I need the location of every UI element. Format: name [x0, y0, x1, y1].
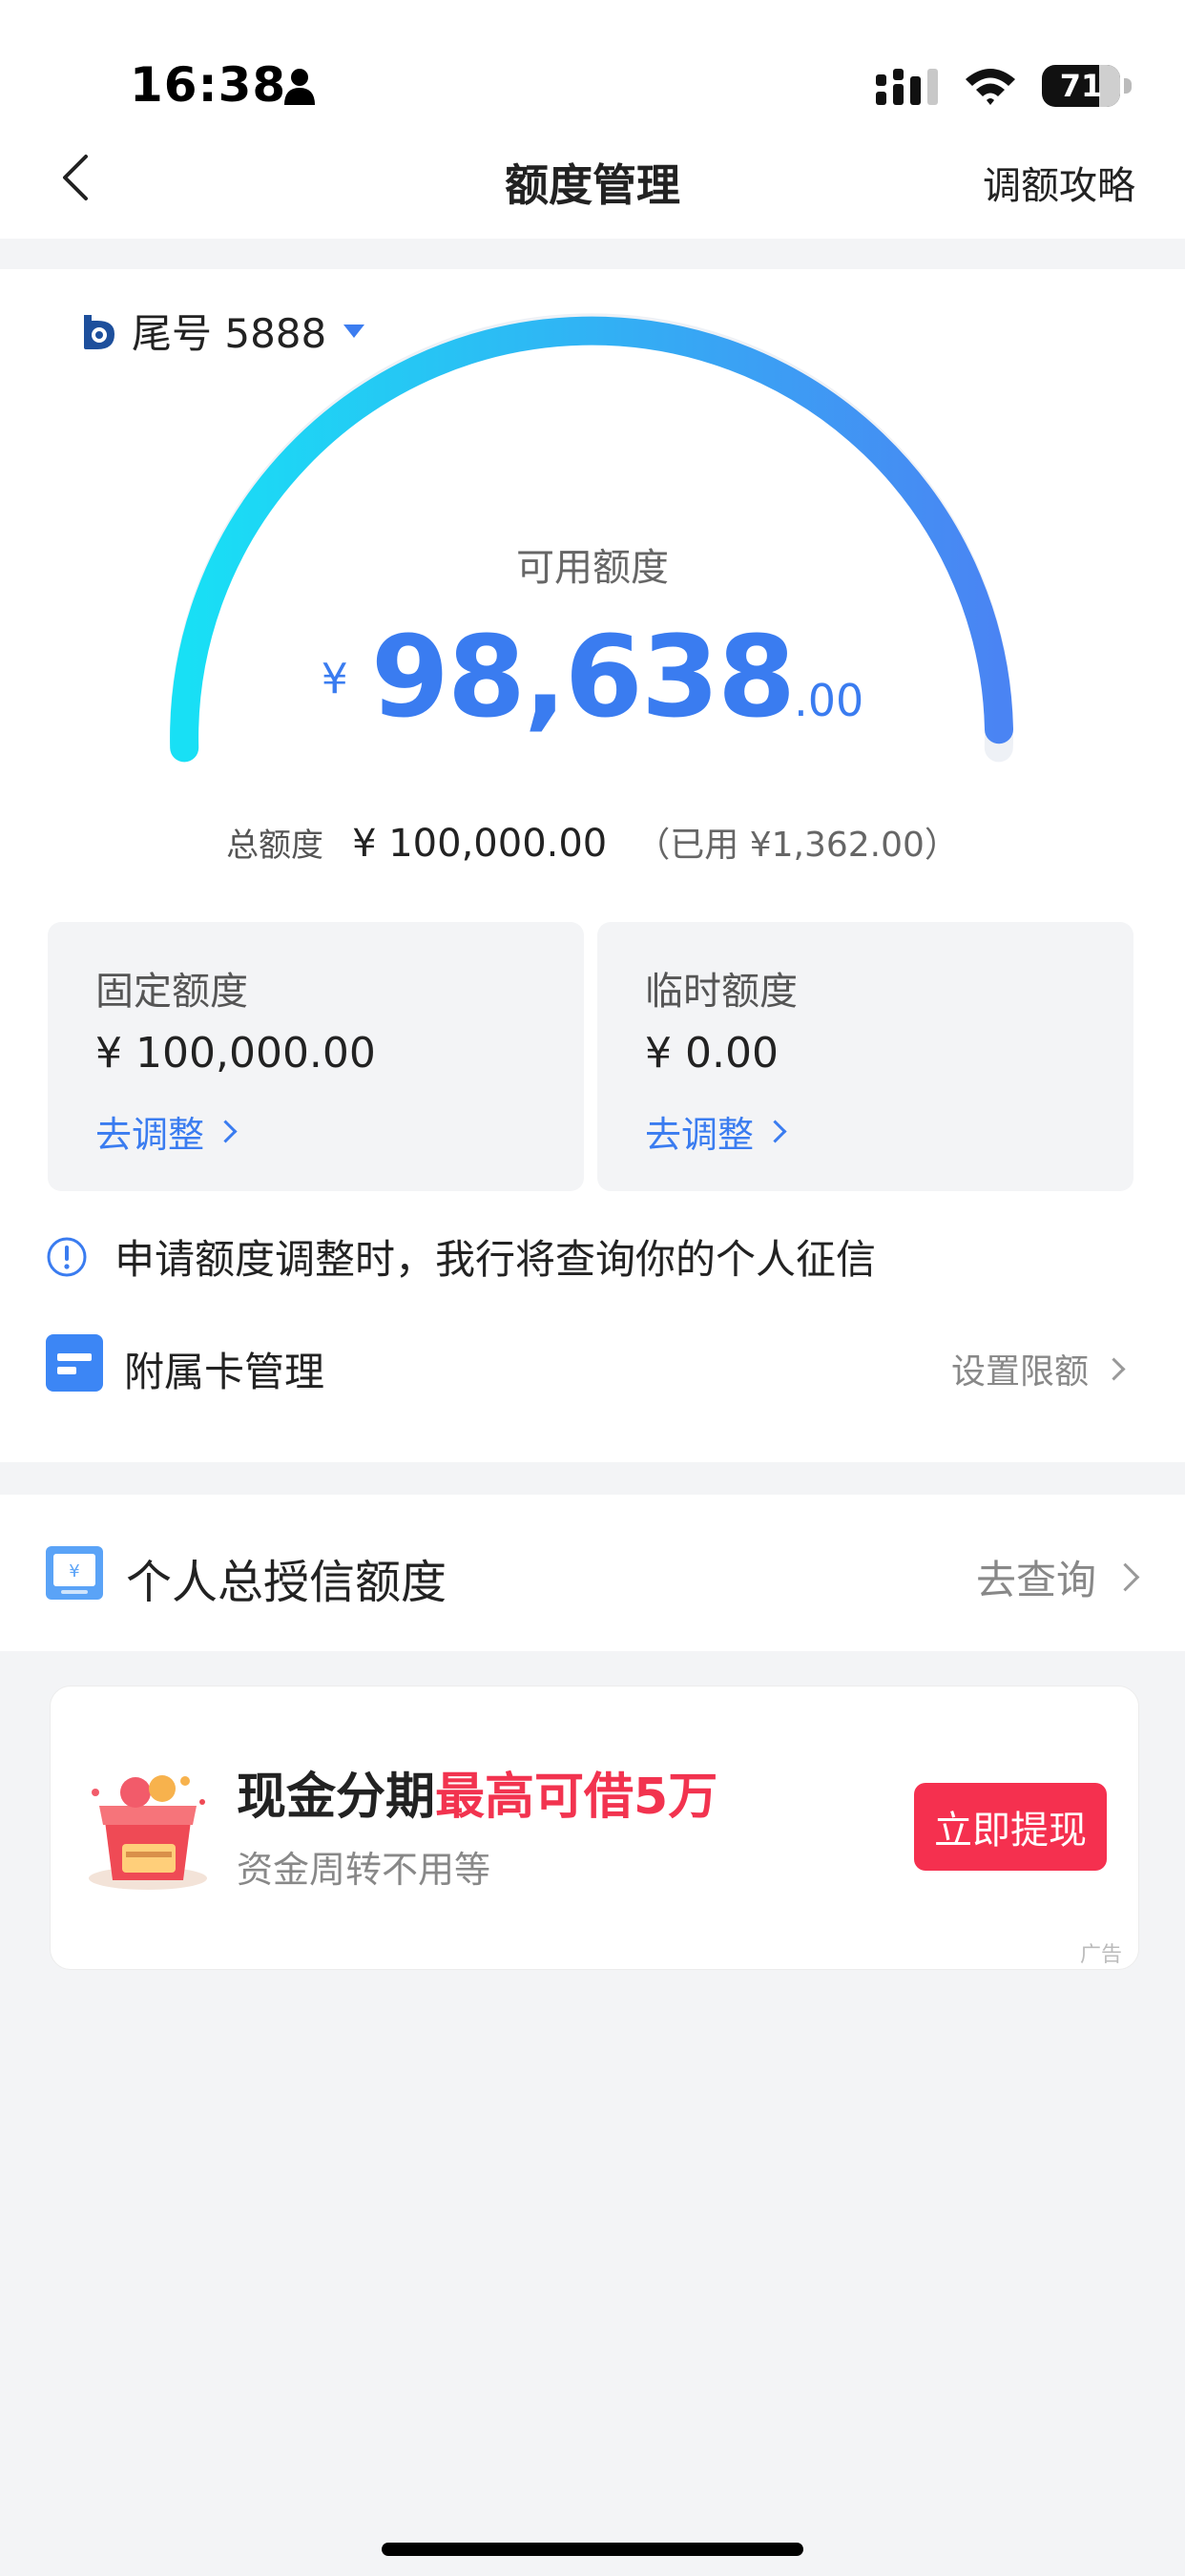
- temp-quota-box: 临时额度 ¥ 0.00 去调整: [597, 922, 1133, 1191]
- status-icons: 71: [876, 59, 1132, 113]
- gift-box-icon: [89, 1775, 207, 1890]
- used-credit: （已用 ¥1,362.00）: [635, 826, 959, 865]
- home-indicator[interactable]: [382, 2543, 803, 2556]
- chevron-right-icon: [214, 1120, 238, 1143]
- chevron-right-icon: [1111, 1562, 1140, 1592]
- svg-text:¥: ¥: [69, 1561, 79, 1581]
- adjust-link-label: 去调整: [95, 1114, 205, 1156]
- available-decimal: .00: [794, 675, 864, 726]
- adjust-link-label: 去调整: [645, 1114, 755, 1156]
- supplementary-card-label: 附属卡管理: [124, 1349, 325, 1395]
- ad-subtitle: 资金周转不用等: [237, 1849, 491, 1891]
- total-credit-line: 总额度 ¥ 100,000.00 （已用 ¥1,362.00）: [0, 817, 1185, 867]
- wifi-icon: [966, 69, 1015, 105]
- temp-quota-value: ¥ 0.00: [645, 1029, 779, 1078]
- person-icon: [284, 69, 315, 105]
- currency-symbol: ¥: [321, 655, 348, 703]
- withdraw-now-button[interactable]: 立即提现: [914, 1783, 1107, 1871]
- fixed-quota-adjust-link[interactable]: 去调整: [95, 1105, 238, 1158]
- query-credit-label: 去查询: [975, 1557, 1096, 1603]
- credit-check-notice: 申请额度调整时，我行将查询你的个人征信: [46, 1227, 876, 1286]
- limit-guide-link[interactable]: 调额攻略: [983, 155, 1135, 210]
- battery-level: 71: [1059, 68, 1103, 104]
- notice-text: 申请额度调整时，我行将查询你的个人征信: [114, 1236, 877, 1283]
- query-credit-link[interactable]: 去查询: [975, 1548, 1140, 1606]
- ad-tag: 广告: [1080, 1943, 1123, 1967]
- total-credit-label: 总额度: [226, 827, 324, 865]
- temp-quota-label: 临时额度: [645, 970, 798, 1014]
- set-limit-label: 设置限额: [950, 1352, 1089, 1392]
- available-credit-amount: ¥98,638.00: [0, 611, 1185, 743]
- chevron-right-icon: [763, 1120, 787, 1143]
- personal-credit-label: 个人总授信额度: [126, 1556, 447, 1609]
- ad-title: 现金分期最高可借5万: [237, 1756, 717, 1828]
- fixed-quota-label: 固定额度: [95, 970, 248, 1014]
- chevron-right-icon: [1102, 1356, 1126, 1381]
- available-credit-label: 可用额度: [516, 546, 669, 590]
- status-time: 16:38: [130, 57, 287, 113]
- set-limit-link[interactable]: 设置限额: [950, 1344, 1126, 1393]
- available-integer: 98,638: [370, 611, 796, 743]
- card-icon: [46, 1334, 103, 1392]
- battery-icon: 71: [1042, 65, 1132, 107]
- credit-document-icon: ¥: [46, 1546, 103, 1600]
- fixed-quota-box: 固定额度 ¥ 100,000.00 去调整: [48, 922, 584, 1191]
- ad-title-highlight: 最高可借5万: [435, 1769, 718, 1826]
- temp-quota-adjust-link[interactable]: 去调整: [645, 1105, 787, 1158]
- total-credit-value: ¥ 100,000.00: [352, 822, 608, 866]
- info-icon: [47, 1237, 87, 1276]
- fixed-quota-value: ¥ 100,000.00: [95, 1029, 376, 1078]
- bank-logo-icon: [84, 314, 114, 349]
- ad-title-plain: 现金分期: [237, 1769, 436, 1826]
- supplementary-card-row[interactable]: 附属卡管理 设置限额: [46, 1334, 1126, 1395]
- cellular-signal-icon: [876, 69, 938, 105]
